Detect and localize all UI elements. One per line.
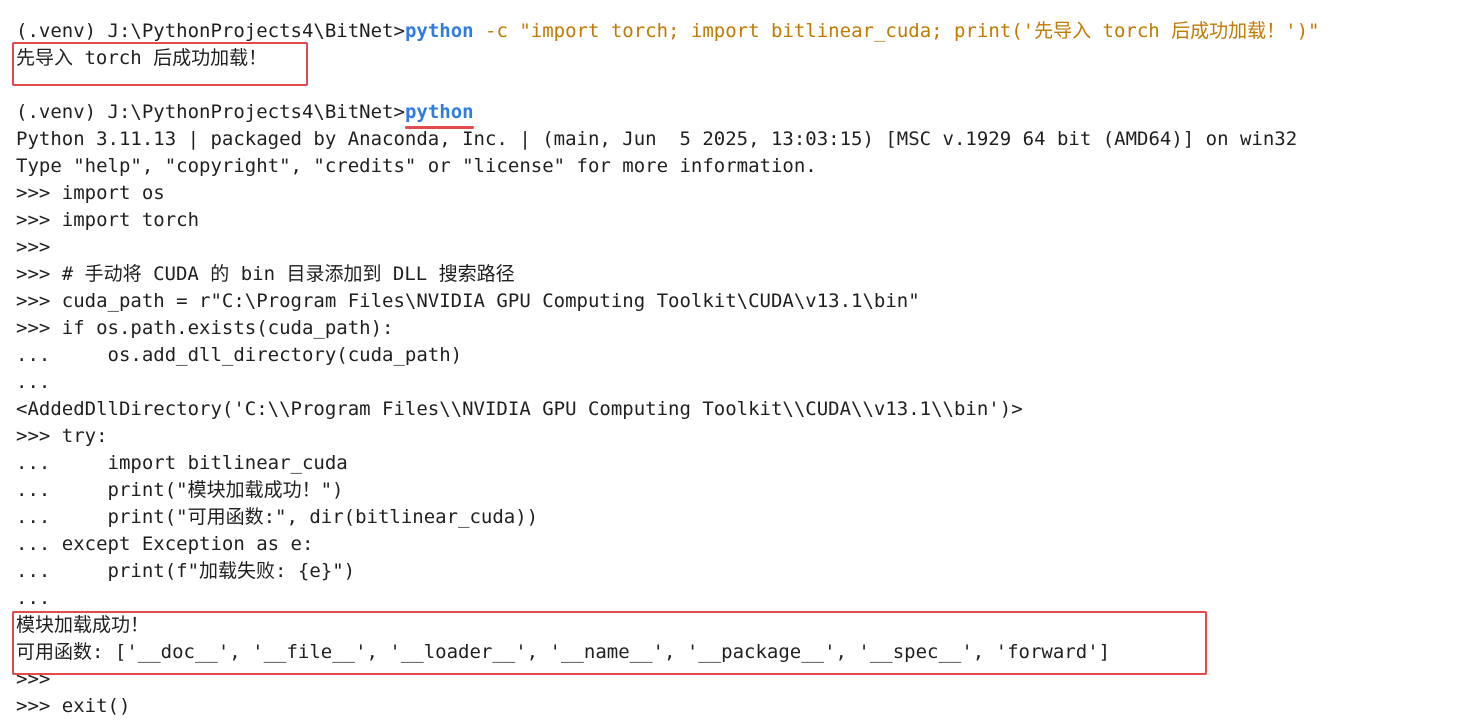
terminal-line: >>> # 手动将 CUDA 的 bin 目录添加到 DLL 搜索路径 xyxy=(16,263,515,285)
terminal-line: ... print("模块加载成功！") xyxy=(16,479,344,501)
terminal-line: Python 3.11.13 | packaged by Anaconda, I… xyxy=(16,128,1298,150)
terminal-line: (.venv) J:\PythonProjects4\BitNet>python xyxy=(16,99,1464,129)
terminal-line-output: 可用函数: ['__doc__', '__file__', '__loader_… xyxy=(16,641,1111,663)
terminal-line-output: 模块加载成功！ xyxy=(16,614,150,636)
terminal-line: >>> try: xyxy=(16,425,108,447)
terminal-line: Type "help", "copyright", "credits" or "… xyxy=(16,155,817,177)
shell-prompt: (.venv) J:\PythonProjects4\BitNet> xyxy=(16,20,405,42)
terminal-line: >>> import os xyxy=(16,182,165,204)
terminal-line-output: 先导入 torch 后成功加载！ xyxy=(16,47,268,69)
terminal-line: >>> xyxy=(16,236,51,258)
terminal-line: ... xyxy=(16,371,51,393)
command-name: python xyxy=(404,20,474,42)
terminal-line: ... xyxy=(16,587,51,609)
terminal-line: ... print(f"加载失败: {e}") xyxy=(16,560,356,582)
terminal-line: ... except Exception as e: xyxy=(16,533,314,555)
terminal-line: >>> exit() xyxy=(16,695,131,717)
shell-prompt: (.venv) J:\PythonProjects4\BitNet> xyxy=(16,101,405,123)
terminal-line: ... import bitlinear_cuda xyxy=(16,452,348,474)
command-arguments: -c "import torch; import bitlinear_cuda;… xyxy=(473,20,1320,42)
terminal-line: (.venv) J:\PythonProjects4\BitNet>python… xyxy=(16,18,1464,45)
command-name: python xyxy=(404,99,474,129)
terminal-output: (.venv) J:\PythonProjects4\BitNet>python… xyxy=(16,18,1464,720)
terminal-line: ... os.add_dll_directory(cuda_path) xyxy=(16,344,463,366)
terminal-line: <AddedDllDirectory('C:\\Program Files\\N… xyxy=(16,398,1023,420)
terminal-line: >>> xyxy=(16,668,51,690)
terminal-line: >>> cuda_path = r"C:\Program Files\NVIDI… xyxy=(16,290,920,312)
terminal-line: >>> import torch xyxy=(16,209,200,231)
terminal-line: >>> if os.path.exists(cuda_path): xyxy=(16,317,394,339)
terminal-line: ... print("可用函数:", dir(bitlinear_cuda)) xyxy=(16,506,539,528)
